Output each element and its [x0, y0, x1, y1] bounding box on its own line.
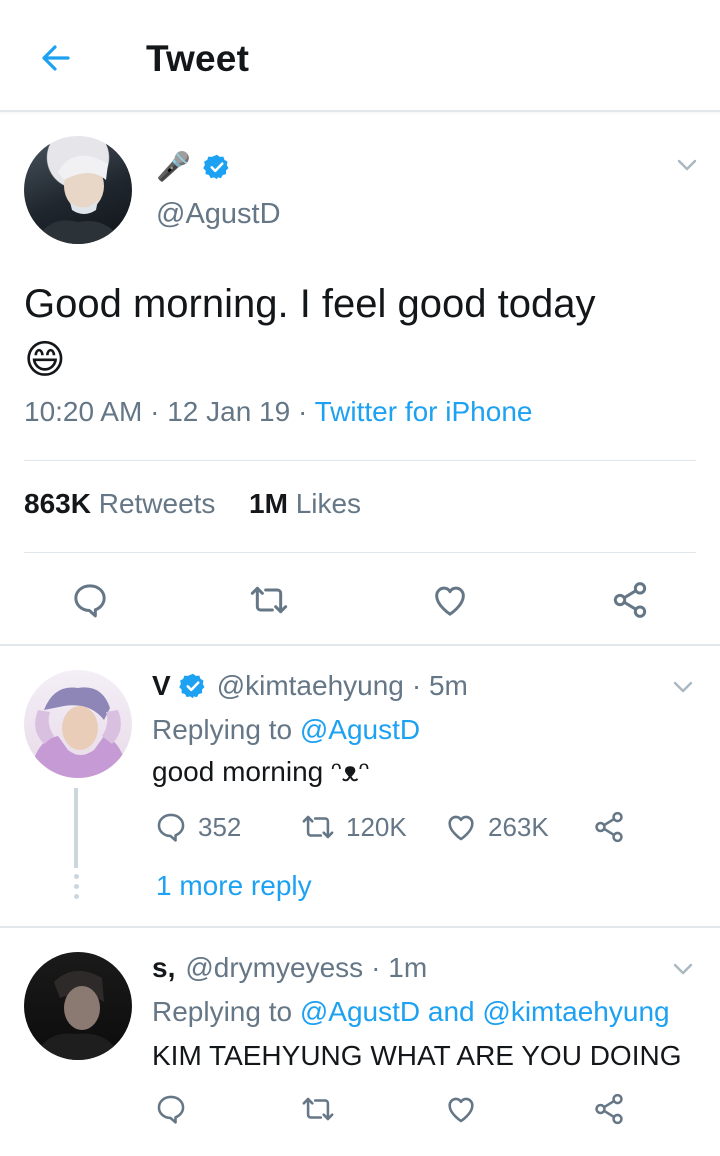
avatar[interactable]: [24, 670, 132, 778]
share-button[interactable]: [592, 810, 626, 844]
tweet-source-link[interactable]: Twitter for iPhone: [315, 396, 533, 427]
retweet-count: 120K: [346, 811, 407, 842]
display-name[interactable]: 🎤: [156, 150, 191, 184]
retweet-button[interactable]: [300, 1092, 336, 1126]
back-arrow-icon: [42, 45, 70, 71]
meta-separator: ·: [150, 396, 160, 427]
meta-separator: ·: [297, 396, 308, 427]
tweet-date: 12 Jan 19: [167, 396, 291, 427]
reply-tweet[interactable]: s, @drymyeyess · 1m Replying to @AgustD …: [0, 930, 720, 1156]
main-tweet: 🎤 @AgustD Good morning. I feel good toda…: [0, 114, 720, 646]
replying-and: and: [427, 996, 475, 1027]
replying-to-link[interactable]: @kimtaehyung: [482, 996, 669, 1027]
retweet-icon: [302, 1097, 334, 1121]
share-button[interactable]: [592, 1092, 626, 1126]
reply-handle[interactable]: @kimtaehyung: [217, 670, 404, 702]
tweet-time: 10:20 AM: [24, 396, 143, 427]
like-count: 1M: [249, 488, 288, 519]
reply-time: · 1m: [371, 952, 428, 983]
verified-badge-icon: [178, 673, 205, 699]
retweet-button[interactable]: [248, 580, 290, 620]
tweet-stats: 863K Retweets 1M Likes: [24, 488, 361, 520]
divider: [24, 552, 696, 553]
reply-button[interactable]: 352: [154, 810, 241, 844]
tweet-actions: [0, 574, 720, 624]
retweet-icon: [250, 586, 288, 614]
reply-icon: [157, 813, 185, 842]
avatar[interactable]: [24, 952, 132, 1060]
reply-icon: [157, 1095, 185, 1124]
replying-prefix: Replying to: [152, 996, 293, 1027]
like-icon: [448, 1097, 474, 1123]
replying-to: Replying to @AgustD: [152, 714, 420, 746]
avatar-photo: [34, 970, 122, 1060]
reply-count: 352: [198, 811, 242, 842]
chevron-down-icon: [677, 159, 697, 171]
share-icon: [613, 582, 647, 618]
tweet-meta: 10:20 AM · 12 Jan 19 · Twitter for iPhon…: [24, 396, 532, 428]
reply-button[interactable]: [154, 1092, 188, 1126]
avatar[interactable]: [24, 136, 132, 244]
reply-handle[interactable]: @drymyeyess: [185, 952, 363, 984]
reply-text: KIM TAEHYUNG WHAT ARE YOU DOING: [152, 1040, 682, 1071]
likes-stat[interactable]: 1M Likes: [249, 488, 361, 519]
like-count: 263K: [488, 811, 549, 842]
like-button[interactable]: 263K: [444, 810, 549, 844]
retweet-icon: [302, 815, 334, 839]
reply-actions: [152, 1092, 692, 1132]
retweets-stat[interactable]: 863K Retweets: [24, 488, 223, 519]
page-title: Tweet: [146, 38, 250, 79]
like-icon: [435, 586, 465, 616]
divider: [24, 460, 696, 461]
chevron-down-icon: [673, 963, 693, 975]
reply-icon: [74, 584, 106, 618]
author-name-row: 🎤: [156, 150, 231, 184]
replying-to: Replying to @AgustD and @kimtaehyung: [152, 996, 670, 1028]
replying-prefix: Replying to: [152, 714, 293, 745]
share-button[interactable]: [610, 580, 650, 620]
retweet-count: 863K: [24, 488, 91, 519]
retweet-label: Retweets: [98, 488, 216, 519]
tweet-menu-chevron[interactable]: [672, 150, 702, 180]
like-button[interactable]: [430, 580, 470, 620]
more-replies-link[interactable]: 1 more reply: [156, 870, 312, 902]
retweet-button[interactable]: 120K: [300, 810, 407, 844]
reply-header: V @kimtaehyung · 5m: [152, 670, 468, 702]
tweet-emoji: 😄: [24, 338, 66, 382]
reply-button[interactable]: [70, 580, 110, 620]
tweet-text: Good morning. I feel good today 😄: [24, 276, 684, 388]
avatar-photo: [34, 155, 124, 244]
like-icon: [448, 815, 474, 841]
like-button[interactable]: [444, 1092, 478, 1126]
reply-display-name[interactable]: s,: [152, 952, 175, 984]
reply-time: · 5m: [411, 670, 468, 701]
reply-tweet[interactable]: V @kimtaehyung · 5m Replying to @AgustD …: [0, 648, 720, 928]
reply-header: s, @drymyeyess · 1m: [152, 952, 427, 984]
top-app-bar: Tweet: [0, 0, 720, 112]
replying-to-link[interactable]: @AgustD: [300, 996, 420, 1027]
share-icon: [595, 1093, 623, 1125]
verified-badge-icon: [203, 154, 229, 180]
thread-line: [74, 788, 78, 868]
tweet-text-line: Good morning. I feel good today: [24, 282, 596, 326]
replying-to-link[interactable]: @AgustD: [300, 714, 420, 745]
author-handle[interactable]: @AgustD: [156, 198, 281, 231]
thread-dots: [72, 874, 80, 904]
reply-text: good morning ᵔᴥᵔ: [152, 756, 370, 787]
reply-menu-chevron[interactable]: [668, 954, 698, 984]
share-icon: [595, 811, 623, 843]
reply-display-name[interactable]: V: [152, 670, 171, 702]
like-label: Likes: [295, 488, 362, 519]
avatar-photo: [30, 687, 128, 778]
reply-actions: 352 120K 263K: [152, 810, 692, 850]
reply-menu-chevron[interactable]: [668, 672, 698, 702]
chevron-down-icon: [673, 681, 693, 693]
back-button[interactable]: [34, 36, 78, 80]
